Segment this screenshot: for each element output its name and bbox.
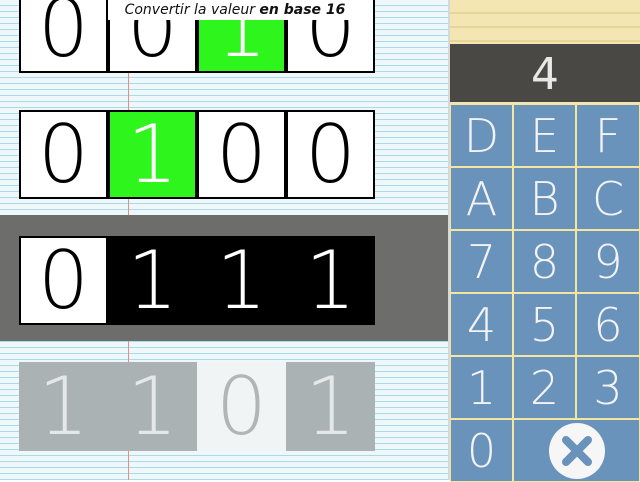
bit-cell-highlighted: 1: [108, 110, 197, 199]
key-c[interactable]: C: [576, 167, 640, 230]
key-f[interactable]: F: [576, 104, 640, 167]
key-4[interactable]: 4: [450, 293, 513, 356]
key-2[interactable]: 2: [513, 356, 576, 419]
key-0[interactable]: 0: [450, 419, 513, 482]
bit-cell-ghost: 0: [197, 362, 286, 451]
instruction-header: Convertir la valeur en base 16: [108, 0, 362, 20]
answer-display: 4: [450, 44, 640, 102]
binary-row-2: 0 1 0 0: [19, 110, 375, 199]
bit-cell: 0: [197, 110, 286, 199]
key-e[interactable]: E: [513, 104, 576, 167]
key-6[interactable]: 6: [576, 293, 640, 356]
key-8[interactable]: 8: [513, 230, 576, 293]
key-3[interactable]: 3: [576, 356, 640, 419]
bit-cell: 0: [19, 110, 108, 199]
instruction-emphasis: en base 16: [259, 2, 346, 18]
bit-cell: 0: [19, 236, 108, 325]
panel-stripes: [450, 0, 640, 44]
key-d[interactable]: D: [450, 104, 513, 167]
bit-cell-dark: 1: [108, 236, 197, 325]
binary-row-active: 0 1 1 1: [19, 236, 375, 325]
bit-cell-ghost: 1: [108, 362, 197, 451]
bit-cell-dark: 1: [197, 236, 286, 325]
key-a[interactable]: A: [450, 167, 513, 230]
clear-icon: [548, 422, 605, 479]
key-5[interactable]: 5: [513, 293, 576, 356]
binary-row-next: 1 1 0 1: [19, 362, 375, 451]
bit-cell: 0: [286, 110, 375, 199]
hex-keypad: D E F A B C 7 8 9 4 5 6 1 2 3 0: [450, 104, 640, 482]
key-b[interactable]: B: [513, 167, 576, 230]
key-1[interactable]: 1: [450, 356, 513, 419]
bit-cell-ghost: 1: [19, 362, 108, 451]
keypad-panel: 4 D E F A B C 7 8 9 4 5 6 1 2 3 0: [450, 0, 640, 482]
instruction-text: Convertir la valeur: [124, 2, 260, 18]
key-7[interactable]: 7: [450, 230, 513, 293]
bit-cell-ghost: 1: [286, 362, 375, 451]
bit-cell: 0: [19, 0, 108, 73]
clear-button[interactable]: [513, 419, 640, 482]
bit-cell-dark: 1: [286, 236, 375, 325]
lined-paper-area: 0 0 1 0 0 1 0 0 0 1 1 1 1 1 0 1 Converti…: [0, 0, 448, 480]
key-9[interactable]: 9: [576, 230, 640, 293]
